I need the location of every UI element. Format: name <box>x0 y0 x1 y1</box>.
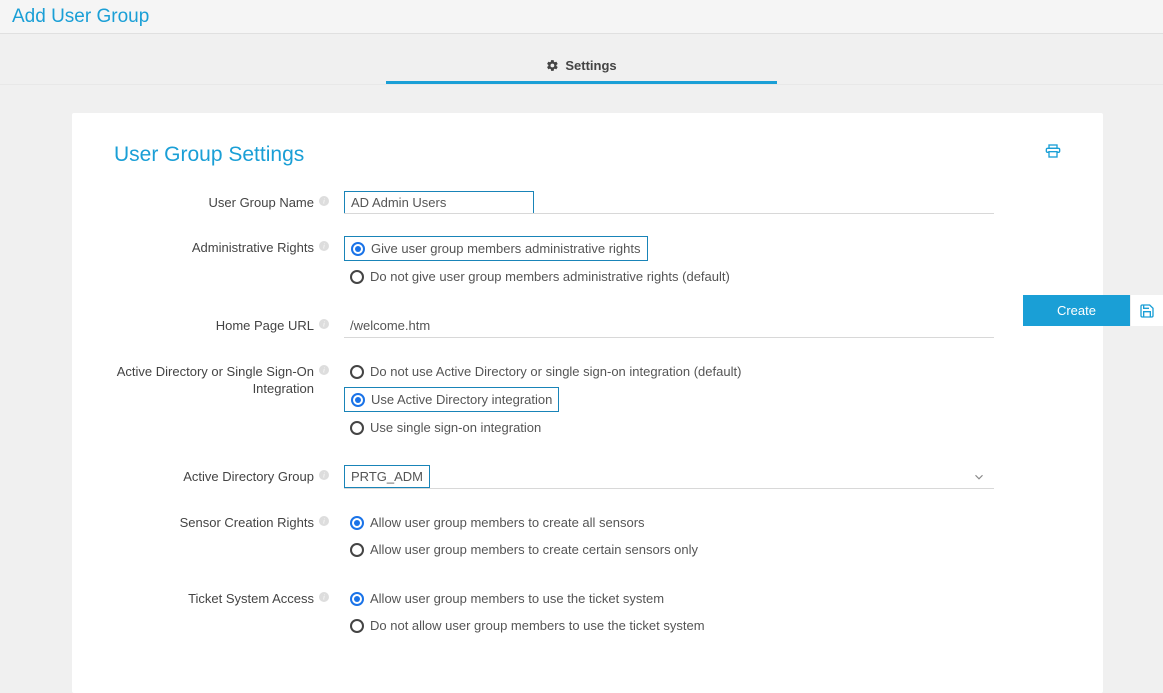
radio-icon <box>350 543 364 557</box>
info-icon[interactable]: i <box>318 364 330 376</box>
svg-text:i: i <box>323 472 325 480</box>
create-button[interactable]: Create <box>1023 295 1130 326</box>
svg-text:i: i <box>323 198 325 206</box>
input-user-group-name[interactable] <box>344 191 534 213</box>
info-icon[interactable]: i <box>318 240 330 252</box>
svg-text:i: i <box>323 594 325 602</box>
label-ad-sso: Active Directory or Single Sign-On Integ… <box>114 360 344 398</box>
radio-icon <box>350 592 364 606</box>
gear-icon <box>546 59 559 72</box>
print-button[interactable] <box>1045 143 1061 159</box>
input-home-url[interactable] <box>344 314 994 338</box>
label-user-group-name: User Group Name i <box>114 191 344 212</box>
radio-icon <box>350 270 364 284</box>
select-ad-group[interactable]: PRTG_ADM <box>344 465 994 489</box>
radio-admin-rights-give[interactable]: Give user group members administrative r… <box>344 236 648 261</box>
label-sensor-rights: Sensor Creation Rights i <box>114 511 344 532</box>
radio-icon <box>350 619 364 633</box>
page-header: Add User Group <box>0 0 1163 34</box>
label-admin-rights: Administrative Rights i <box>114 236 344 257</box>
radio-adsso-sso[interactable]: Use single sign-on integration <box>344 416 994 439</box>
page-title: Add User Group <box>12 6 1151 28</box>
section-title: User Group Settings <box>114 143 1061 167</box>
label-ad-group: Active Directory Group i <box>114 465 344 486</box>
tab-bar: Settings <box>0 50 1163 85</box>
svg-text:i: i <box>323 321 325 329</box>
label-ticket-access: Ticket System Access i <box>114 587 344 608</box>
svg-text:i: i <box>323 243 325 251</box>
radio-adsso-none[interactable]: Do not use Active Directory or single si… <box>344 360 994 383</box>
tab-settings-label: Settings <box>565 58 616 73</box>
svg-text:i: i <box>323 518 325 526</box>
radio-icon <box>351 393 365 407</box>
info-icon[interactable]: i <box>318 591 330 603</box>
radio-admin-rights-none[interactable]: Do not give user group members administr… <box>344 265 994 288</box>
settings-card: User Group Settings User Group Name i Ad… <box>72 113 1103 693</box>
select-ad-group-value: PRTG_ADM <box>344 465 430 488</box>
info-icon[interactable]: i <box>318 515 330 527</box>
radio-icon <box>350 516 364 530</box>
tab-settings[interactable]: Settings <box>386 50 776 84</box>
info-icon[interactable]: i <box>318 469 330 481</box>
side-action-bar: Create <box>1023 295 1163 326</box>
radio-ticket-deny[interactable]: Do not allow user group members to use t… <box>344 614 994 637</box>
save-icon-button[interactable] <box>1130 295 1163 326</box>
radio-adsso-ad[interactable]: Use Active Directory integration <box>344 387 559 412</box>
radio-ticket-allow[interactable]: Allow user group members to use the tick… <box>344 587 994 610</box>
info-icon[interactable]: i <box>318 318 330 330</box>
radio-icon <box>350 421 364 435</box>
chevron-down-icon <box>972 470 986 484</box>
radio-sensor-some[interactable]: Allow user group members to create certa… <box>344 538 994 561</box>
svg-text:i: i <box>323 367 325 375</box>
label-home-url: Home Page URL i <box>114 314 344 335</box>
radio-sensor-all[interactable]: Allow user group members to create all s… <box>344 511 994 534</box>
radio-icon <box>350 365 364 379</box>
radio-icon <box>351 242 365 256</box>
info-icon[interactable]: i <box>318 195 330 207</box>
